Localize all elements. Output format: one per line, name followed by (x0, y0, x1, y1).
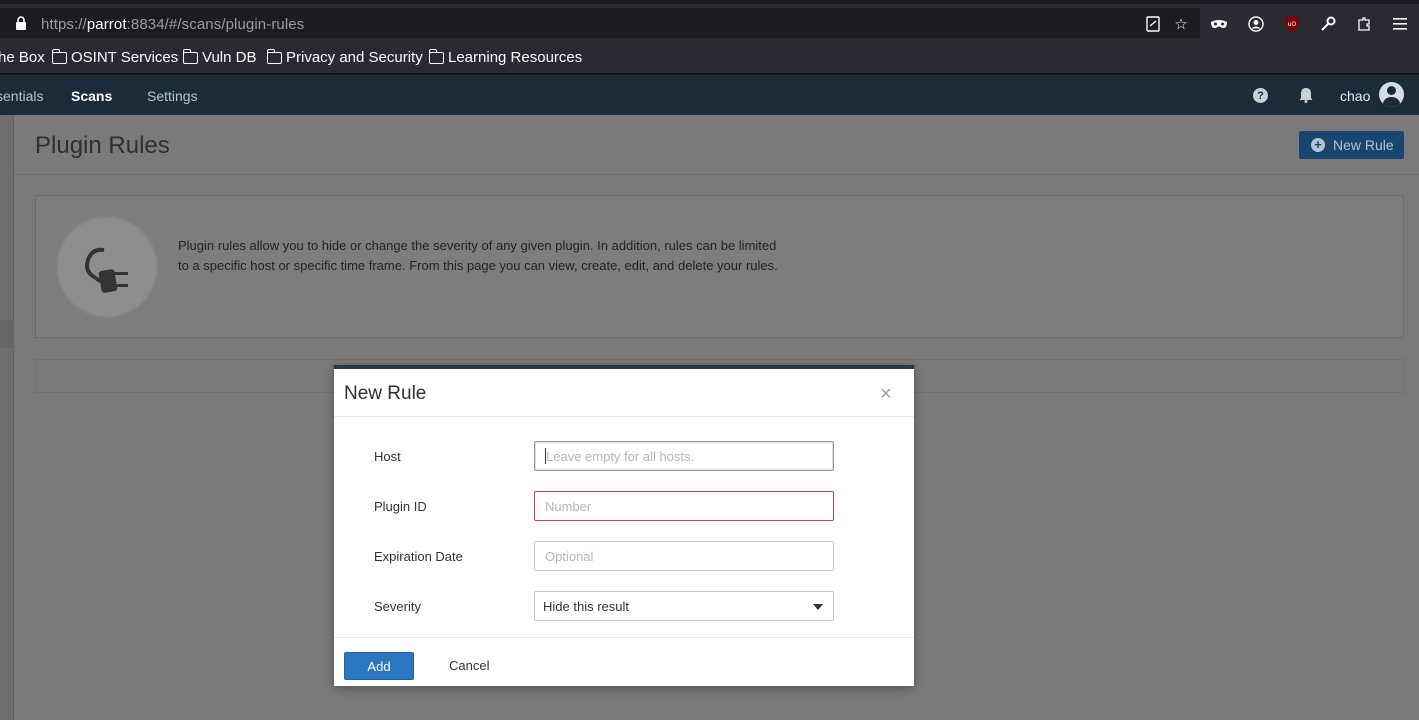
info-panel: Plugin rules allow you to hide or change… (35, 195, 1404, 338)
avatar[interactable] (1379, 82, 1404, 107)
page-icon[interactable] (1144, 15, 1162, 33)
severity-label: Severity (374, 599, 421, 614)
bookmark-label: Privacy and Security (286, 49, 423, 66)
close-icon[interactable]: × (880, 384, 892, 404)
ublock-icon[interactable]: uO (1283, 15, 1301, 33)
folder-icon (266, 48, 282, 64)
mask-icon[interactable] (1210, 15, 1228, 33)
modal-footer: Add Cancel (334, 637, 914, 690)
menu-icon[interactable] (1391, 15, 1409, 33)
severity-value: Hide this result (543, 598, 629, 614)
url-prefix: https:// (41, 16, 87, 33)
bookmark-label: he Box (0, 49, 45, 66)
expiration-date-label: Expiration Date (374, 549, 463, 564)
bell-icon[interactable] (1299, 87, 1313, 108)
dropdown-arrow-icon (813, 604, 823, 610)
lock-icon (16, 16, 26, 30)
sidebar-tab[interactable] (0, 320, 14, 348)
modal-title: New Rule (344, 383, 427, 404)
info-text: Plugin rules allow you to hide or change… (178, 238, 778, 273)
add-button[interactable]: Add (344, 652, 414, 680)
sidebar (0, 115, 14, 720)
folder-icon (428, 48, 444, 64)
bookmark-label: OSINT Services (71, 49, 179, 66)
expiration-placeholder: Optional (545, 548, 594, 564)
new-rule-button[interactable]: + New Rule (1299, 131, 1404, 159)
bookmark-label: Learning Resources (448, 49, 583, 66)
folder-icon (182, 48, 198, 64)
severity-select[interactable]: Hide this result (534, 591, 834, 621)
username[interactable]: chao (1340, 88, 1370, 104)
plus-circle-icon: + (1311, 138, 1325, 152)
bookmark-hack-the-box[interactable]: he Box (0, 49, 45, 66)
nav-settings[interactable]: Settings (147, 88, 198, 104)
plugin-id-label: Plugin ID (374, 499, 427, 514)
header-divider (15, 174, 1419, 175)
nav-scans[interactable]: Scans (71, 88, 112, 104)
url-host: parrot (86, 16, 127, 33)
host-label: Host (374, 449, 401, 464)
host-input[interactable]: Leave empty for all hosts. (534, 441, 834, 471)
expiration-date-input[interactable]: Optional (534, 541, 834, 571)
modal-divider (334, 416, 914, 417)
nav-essentials[interactable]: sentials (0, 88, 43, 104)
cancel-button[interactable]: Cancel (449, 658, 489, 673)
folder-icon (51, 48, 67, 64)
bookmarks-bar: he Box OSINT Services Vuln DB Privacy an… (0, 40, 1419, 74)
bookmark-osint-services[interactable]: OSINT Services (51, 48, 179, 66)
browser-toolbar: https://parrot:8834/#/scans/plugin-rules… (0, 0, 1419, 40)
new-rule-modal: New Rule × Host Leave empty for all host… (334, 365, 914, 686)
svg-text:uO: uO (1288, 21, 1297, 28)
plugin-id-placeholder: Number (545, 498, 592, 514)
bookmark-vuln-db[interactable]: Vuln DB (182, 48, 257, 66)
url-rest: :8834/#/scans/plugin-rules (126, 16, 305, 33)
extensions-icon[interactable] (1355, 15, 1373, 33)
plug-icon (56, 216, 158, 318)
bookmark-privacy-security[interactable]: Privacy and Security (266, 48, 423, 66)
page-title: Plugin Rules (35, 132, 170, 159)
url-bar[interactable]: https://parrot:8834/#/scans/plugin-rules (0, 8, 1200, 38)
app-navbar: sentials Scans Settings ? chao (0, 75, 1419, 115)
new-rule-label: New Rule (1333, 137, 1394, 153)
host-placeholder: Leave empty for all hosts. (546, 448, 695, 464)
star-icon[interactable]: ☆ (1172, 15, 1190, 33)
url-text: https://parrot:8834/#/scans/plugin-rules (41, 16, 304, 33)
bookmark-label: Vuln DB (202, 49, 257, 66)
plugin-id-input[interactable]: Number (534, 491, 834, 521)
help-icon[interactable]: ? (1253, 88, 1268, 103)
wrench-icon[interactable] (1319, 15, 1337, 33)
account-icon[interactable] (1247, 15, 1265, 33)
bookmark-learning-resources[interactable]: Learning Resources (428, 48, 583, 66)
